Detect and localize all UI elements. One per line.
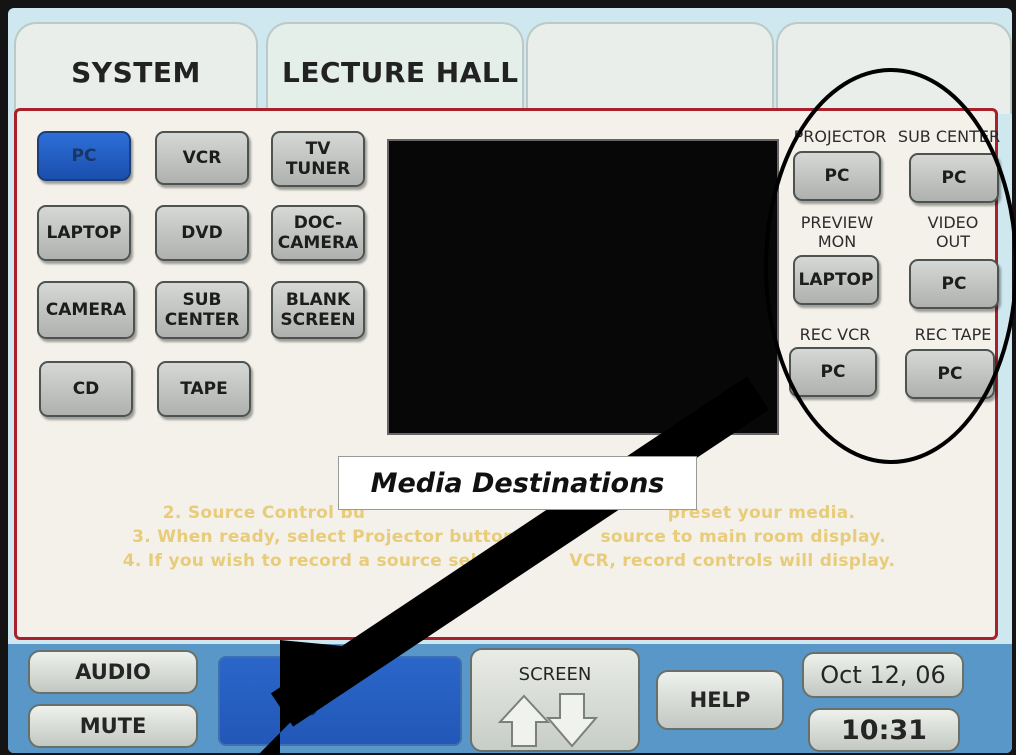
annotation-arrow-shaft [270,376,770,727]
media-destinations-callout: Media Destinations [338,456,697,510]
destinations-highlight-ellipse [764,68,1016,464]
annotation-overlay [258,68,1016,755]
